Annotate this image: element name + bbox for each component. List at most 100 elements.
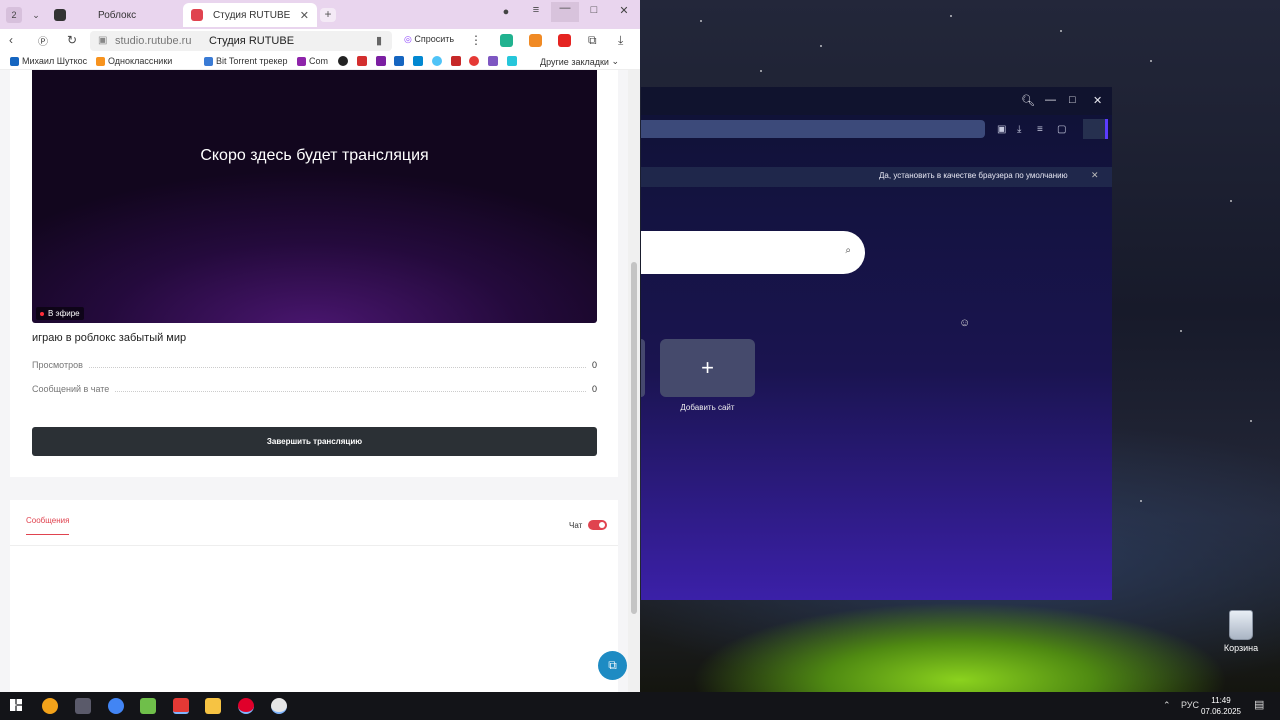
bookmark-icon[interactable] [432,56,442,66]
main-browser-window: 2 ⌄ Роблокс Студия RUTUBE ✕ + ● ≡ — □ ✕ … [0,0,640,692]
search-input[interactable]: ⌕ [641,231,865,274]
close-notice-icon[interactable]: ✕ [1091,170,1099,181]
notifications-icon[interactable]: ▤ [1254,698,1264,711]
search-icon[interactable]: 🔍︎ [1021,94,1035,107]
star [1150,60,1152,62]
minimize-button[interactable]: — [1045,94,1056,106]
extension-button[interactable] [1083,119,1108,139]
bookmark-icon[interactable] [413,56,423,66]
collections-icon[interactable]: ⧉ [588,33,597,48]
app-icon[interactable] [140,698,156,714]
bookmark-item[interactable]: Com [297,56,328,66]
video-player[interactable]: Скоро здесь будет трансляция В эфире [32,70,597,323]
bookmark-icon[interactable] [507,56,517,66]
bookmark-icon[interactable] [394,56,404,66]
bookmark-icon[interactable] [376,56,386,66]
end-stream-button[interactable]: Завершить трансляцию [32,427,597,456]
recycle-bin-shortcut[interactable]: Корзина [1218,610,1264,653]
other-bookmarks-label: Другие закладки [540,56,609,67]
app-icon[interactable] [271,698,287,714]
bookmark-item[interactable]: Bit Torrent трекер [204,56,288,66]
bookmark-icon[interactable] [469,56,479,66]
bookmark-icon[interactable] [338,56,348,66]
protect-icon[interactable]: Ⓟ [38,33,48,48]
star [950,15,952,17]
windows-start-icon[interactable] [10,699,22,711]
address-page-title: Студия RUTUBE [209,35,295,47]
youtube-icon[interactable] [558,34,571,47]
bookmark-icon[interactable]: ▮ [376,34,382,47]
chat-card [10,500,618,692]
site-tile[interactable] [641,339,645,397]
bookmark-icon[interactable] [357,56,367,66]
app-icon[interactable] [42,698,58,714]
other-bookmarks[interactable]: Другие закладки ⌄ [540,56,619,67]
dotted-leader [88,366,586,368]
secondary-browser-window[interactable]: 🔍︎ — □ ✕ ▣ ⤓ ≡ ▢ Да, установить в качест… [641,87,1112,600]
smile-icon[interactable]: ☺ [959,317,970,329]
clock[interactable]: 11:49 07.06.2025 [1196,695,1246,717]
ask-alice-button[interactable]: ◎ Спросить [404,34,454,45]
profile-icon[interactable]: ● [492,6,520,18]
chat-bubble-icon: ⧉ [608,658,617,672]
tab-roblox[interactable]: Роблокс [46,3,180,27]
yandex-browser-icon[interactable] [173,698,189,714]
scrollbar[interactable] [628,70,640,692]
file-explorer-icon[interactable] [205,698,221,714]
clock-time: 11:49 [1211,696,1231,705]
set-default-browser-button[interactable]: Да, установить в качестве браузера по ум… [879,171,1068,180]
ok-icon [96,56,105,66]
scroll-thumb[interactable] [631,262,637,614]
menu-icon[interactable]: ≡ [522,4,550,16]
extension-icon[interactable] [529,34,542,47]
more-icon[interactable]: ⋮ [470,33,482,47]
reload-button[interactable]: ↻ [67,33,77,47]
search-icon[interactable]: ⌕ [845,245,851,256]
recycle-bin-label: Корзина [1223,643,1259,653]
app-icon[interactable] [75,698,91,714]
extension-icon[interactable] [500,34,513,47]
opera-icon[interactable] [238,698,254,714]
close-window-button[interactable]: ✕ [610,4,638,17]
close-button[interactable]: ✕ [1093,94,1102,107]
screenshot-icon[interactable]: ▣ [997,124,1006,135]
dotted-leader [115,390,586,392]
bookmark-item[interactable]: Михаил Шуткос [10,56,87,66]
chevron-up-icon[interactable]: ⌃ [1163,700,1171,711]
tab-counter[interactable]: 2 [6,7,22,23]
window-titlebar: 🔍︎ — □ ✕ [641,87,1112,115]
add-site-button[interactable]: + [660,339,755,397]
close-tab-icon[interactable]: ✕ [300,9,309,22]
back-button[interactable]: ‹ [9,33,13,47]
torrent-icon [204,56,213,66]
menu-icon[interactable]: ≡ [1037,124,1043,135]
bookmark-icon[interactable] [451,56,461,66]
chat-toggle[interactable] [588,520,607,530]
bookmarks-bar: Михаил Шуткос Одноклассники Bit Torrent … [0,52,640,70]
lock-icon[interactable]: ▢ [1057,124,1066,135]
maximize-button[interactable]: □ [1069,94,1076,106]
download-icon[interactable]: ⤓ [618,33,623,48]
maximize-button[interactable]: □ [580,4,608,16]
tab-label: Студия RUTUBE [213,9,291,21]
tab-label: Роблокс [98,9,137,21]
player-placeholder: Скоро здесь будет трансляция [200,147,429,164]
new-tab-button[interactable]: + [320,8,336,22]
tab-rutube-studio[interactable]: Студия RUTUBE ✕ [183,3,317,27]
ask-label: Спросить [414,34,455,44]
star [1140,500,1142,502]
bookmark-icon[interactable] [488,56,498,66]
minimize-button[interactable]: — [551,2,579,22]
stat-value: 0 [591,384,597,394]
chat-messages-stat: Сообщений в чате 0 [32,384,597,394]
popout-chat-button[interactable]: ⧉ [598,651,627,680]
bookmark-label: Bit Torrent трекер [216,56,288,66]
address-bar[interactable]: ▣ studio.rutube.ru Студия RUTUBE ▮ [90,31,392,51]
bookmark-item[interactable]: Одноклассники [96,56,172,66]
download-icon[interactable]: ⤓ [1017,124,1021,135]
divider [10,545,618,546]
chrome-icon[interactable] [108,698,124,714]
tab-messages[interactable]: Сообщения [26,516,70,535]
chevron-down-icon[interactable]: ⌄ [28,7,44,23]
address-bar[interactable] [641,120,985,138]
